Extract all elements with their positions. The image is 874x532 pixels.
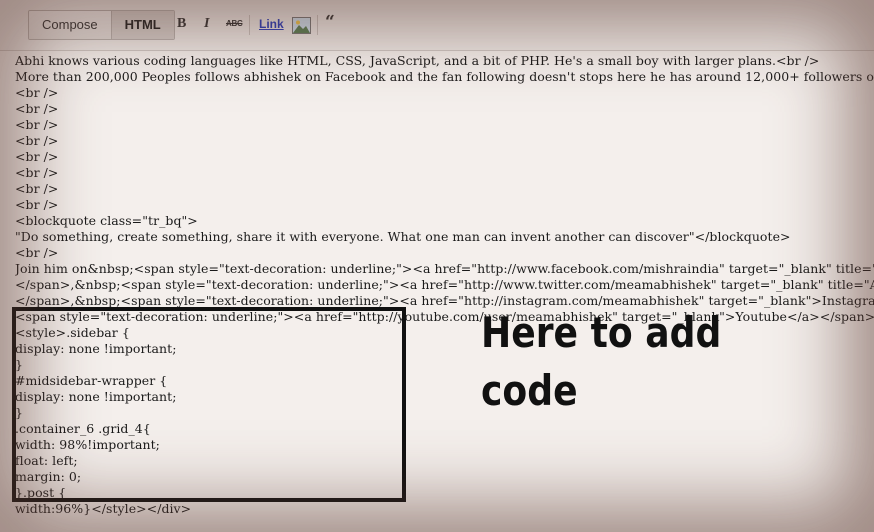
annotation-line-1: Here to add <box>481 308 722 357</box>
code-line: </span>,&nbsp;<span style="text-decorati… <box>15 277 874 292</box>
italic-button[interactable]: I <box>204 14 209 34</box>
strikethrough-button[interactable]: ABC <box>226 14 243 34</box>
compose-mode-button[interactable]: Compose <box>29 11 112 39</box>
code-line: <br /> <box>15 181 59 196</box>
code-line: Join him on&nbsp;<span style="text-decor… <box>15 261 874 276</box>
code-line: <br /> <box>15 197 59 212</box>
image-icon[interactable] <box>292 17 311 34</box>
annotation-line-2: code <box>481 366 578 415</box>
editor-toolbar: Compose HTML B I ABC Link “ <box>0 0 874 51</box>
code-line: width:96%}</style></div> <box>15 501 192 516</box>
toolbar-separator <box>249 15 250 35</box>
mode-switch: Compose HTML <box>28 10 175 40</box>
link-button[interactable]: Link <box>259 14 284 34</box>
code-line: <br /> <box>15 85 59 100</box>
highlight-box <box>12 307 406 502</box>
annotation-label: Here to add code <box>481 304 808 420</box>
code-line: More than 200,000 Peoples follows abhish… <box>15 69 874 84</box>
code-line: <br /> <box>15 133 59 148</box>
code-line: <blockquote class="tr_bq"> <box>15 213 198 228</box>
code-line: "Do something, create something, share i… <box>15 229 791 244</box>
bold-button[interactable]: B <box>177 14 186 34</box>
code-line: <br /> <box>15 117 59 132</box>
html-mode-button[interactable]: HTML <box>111 11 174 39</box>
code-line: <br /> <box>15 149 59 164</box>
blockquote-button[interactable]: “ <box>325 12 335 32</box>
code-line: <br /> <box>15 165 59 180</box>
code-line: Abhi knows various coding languages like… <box>15 53 820 68</box>
code-line: <br /> <box>15 245 59 260</box>
toolbar-separator <box>317 15 318 35</box>
code-line: <br /> <box>15 101 59 116</box>
